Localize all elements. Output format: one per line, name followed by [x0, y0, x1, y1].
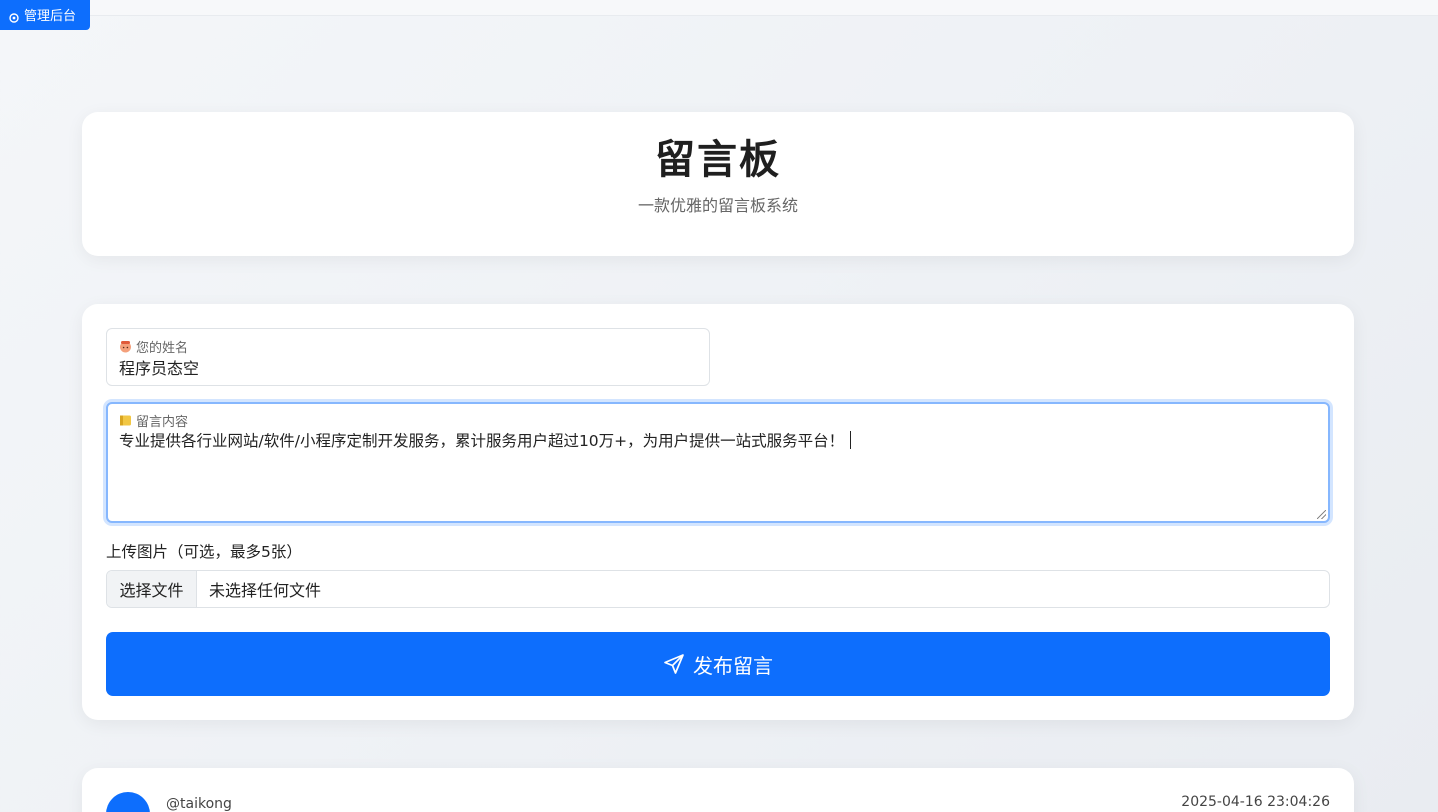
- file-input[interactable]: 选择文件 未选择任何文件: [106, 570, 1330, 608]
- name-field-value: 程序员态空: [119, 359, 200, 378]
- gear-icon: [8, 12, 20, 24]
- send-icon: [663, 653, 685, 675]
- upload-label: 上传图片（可选，最多5张）: [106, 543, 302, 561]
- choose-file-button[interactable]: 选择文件: [107, 571, 197, 607]
- page-subtitle: 一款优雅的留言板系统: [637, 196, 798, 215]
- content-field-value: 专业提供各行业网站/软件/小程序定制开发服务，累计服务用户超过10万+，为用户提…: [119, 429, 852, 451]
- page-title: 留言板: [655, 137, 781, 183]
- message-form: 您的姓名 程序员态空 留言内容 专业提供各行业网站/软件/小程序定制开发服务，累…: [82, 304, 1354, 720]
- top-bar: [0, 0, 1438, 16]
- content-field-label-text: 留言内容: [136, 415, 189, 430]
- admin-button[interactable]: 管理后台: [0, 0, 90, 30]
- submit-button[interactable]: 发布留言: [106, 632, 1330, 696]
- message-item: @taikong 2025-04-16 23:04:26: [82, 768, 1354, 812]
- message-timestamp: 2025-04-16 23:04:26: [1181, 794, 1330, 810]
- note-emoji-icon: [119, 414, 132, 427]
- submit-button-label: 发布留言: [693, 653, 773, 678]
- admin-button-label: 管理后台: [24, 9, 77, 24]
- message-username: @taikong: [166, 796, 232, 812]
- resize-handle[interactable]: [1317, 510, 1326, 519]
- file-status: 未选择任何文件: [209, 581, 322, 600]
- content-field-text: 专业提供各行业网站/软件/小程序定制开发服务，累计服务用户超过10万+，为用户提…: [119, 432, 845, 450]
- face-emoji-icon: [119, 340, 132, 353]
- content-field-label: 留言内容: [119, 411, 188, 430]
- text-caret: [850, 431, 852, 449]
- name-field[interactable]: 您的姓名 程序员态空: [106, 328, 710, 386]
- header-card: 留言板 一款优雅的留言板系统: [82, 112, 1354, 256]
- avatar: [106, 792, 150, 812]
- content-textarea[interactable]: 留言内容 专业提供各行业网站/软件/小程序定制开发服务，累计服务用户超过10万+…: [106, 402, 1330, 523]
- name-field-label-text: 您的姓名: [136, 341, 189, 356]
- name-field-label: 您的姓名: [119, 337, 188, 356]
